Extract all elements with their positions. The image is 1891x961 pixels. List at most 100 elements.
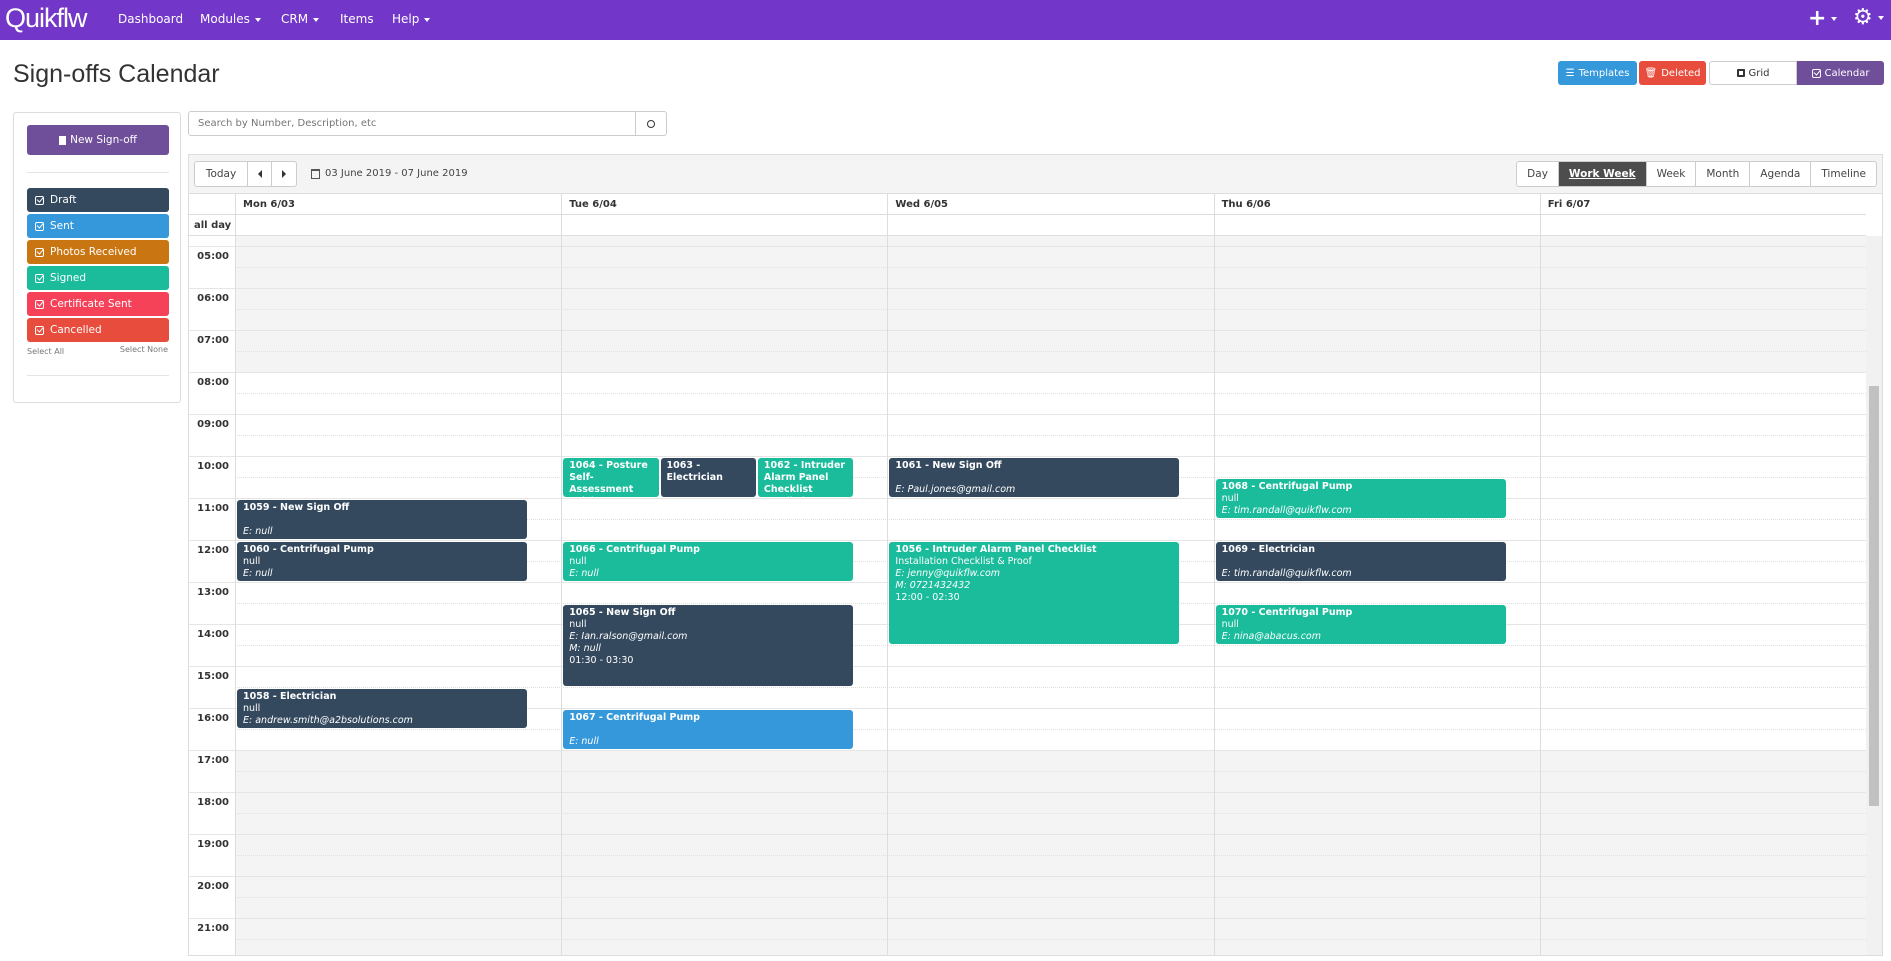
grid-view-button[interactable]: Grid — [1709, 61, 1797, 85]
half-hour-line — [235, 729, 1866, 730]
all-day-label: all day — [189, 215, 235, 236]
calendar-view-button[interactable]: Calendar — [1797, 61, 1884, 85]
all-day-cell[interactable] — [1539, 215, 1866, 236]
hour-line — [189, 540, 1866, 541]
time-label: 09:00 — [197, 419, 229, 430]
nav-help[interactable]: Help — [392, 12, 431, 26]
event-1070[interactable]: 1070 - Centrifugal Pump null E: nina@abacu… — [1215, 605, 1506, 644]
nav-dashboard[interactable]: Dashboard — [118, 12, 183, 26]
event-1056[interactable]: 1056 - Intruder Alarm Panel Checklist Ins… — [889, 542, 1180, 644]
new-signoff-button[interactable]: New Sign-off — [27, 125, 169, 155]
event-1062[interactable]: 1062 - Intruder Alarm Panel ChecklistIns… — [757, 458, 854, 497]
time-label: 13:00 — [197, 587, 229, 598]
caret-down-icon — [254, 17, 261, 22]
time-label: 12:00 — [197, 545, 229, 556]
time-label: 14:00 — [197, 629, 229, 640]
time-label: 07:00 — [197, 335, 229, 346]
status-filter-sent[interactable]: Sent — [27, 214, 169, 238]
select-none-link[interactable]: Select None — [120, 345, 168, 354]
half-hour-line — [235, 435, 1866, 436]
event-1060[interactable]: 1060 - Centrifugal Pump null E: null — [237, 542, 527, 581]
half-hour-line — [235, 771, 1866, 772]
select-all-link[interactable]: Select All — [27, 347, 64, 356]
view-work-week[interactable]: Work Week — [1558, 162, 1647, 186]
add-menu-button[interactable]: + — [1808, 8, 1838, 30]
half-hour-line — [235, 855, 1866, 856]
gear-icon: ⚙ — [1853, 5, 1873, 30]
prev-button[interactable] — [248, 162, 272, 186]
deleted-button[interactable]: 🗑 Deleted — [1639, 61, 1706, 85]
event-1061[interactable]: 1061 - New Sign Off E: Paul.jones@gmail.c… — [889, 458, 1180, 497]
caret-down-icon — [313, 17, 320, 22]
time-label: 19:00 — [197, 839, 229, 850]
check-square-icon — [35, 195, 44, 205]
event-1067[interactable]: 1067 - Centrifugal Pump E: null — [563, 710, 854, 749]
view-agenda[interactable]: Agenda — [1750, 162, 1812, 186]
event-1064[interactable]: 1064 - Posture Self-AssessmentHelping yo… — [563, 458, 659, 497]
event-1063[interactable]: 1063 - ElectricianE: — [660, 458, 756, 497]
view-timeline[interactable]: Timeline — [1811, 162, 1876, 186]
nav-crm[interactable]: CRM — [281, 12, 320, 26]
time-label: 05:00 — [197, 251, 229, 262]
day-header: Thu 6/06 — [1213, 194, 1540, 215]
event-1068[interactable]: 1068 - Centrifugal Pump null E: tim.randal… — [1215, 479, 1506, 518]
nav-button-group: Today — [194, 161, 297, 187]
hour-line — [189, 498, 1866, 499]
hour-line — [189, 456, 1866, 457]
event-1065[interactable]: 1065 - New Sign Off null E: Ian.ralson@gma… — [563, 605, 854, 686]
hour-line — [189, 288, 1866, 289]
date-range[interactable]: 03 June 2019 - 07 June 2019 — [311, 168, 468, 179]
time-label: 06:00 — [197, 293, 229, 304]
hour-line — [189, 414, 1866, 415]
search-input[interactable] — [189, 112, 635, 135]
nav-items[interactable]: Items — [340, 12, 374, 26]
calendar: Today 03 June 2019 - 07 June 2019 Day Wor… — [188, 154, 1883, 956]
day-column-divider — [561, 236, 563, 955]
view-month[interactable]: Month — [1696, 162, 1751, 186]
time-label: 15:00 — [197, 671, 229, 682]
scrollbar-thumb[interactable] — [1869, 386, 1879, 806]
half-hour-line — [235, 267, 1866, 268]
file-icon — [59, 135, 67, 145]
status-filter-photos-received[interactable]: Photos Received — [27, 240, 169, 264]
time-label: 08:00 — [197, 377, 229, 388]
hour-line — [189, 834, 1866, 835]
view-week[interactable]: Week — [1647, 162, 1697, 186]
check-square-icon — [35, 299, 44, 309]
status-filter-signed[interactable]: Signed — [27, 266, 169, 290]
templates-button[interactable]: ☰ Templates — [1558, 61, 1637, 85]
time-label: 17:00 — [197, 755, 229, 766]
half-hour-line — [235, 897, 1866, 898]
day-header: Mon 6/03 — [235, 194, 562, 215]
hour-line — [189, 372, 1866, 373]
hour-line — [189, 246, 1866, 247]
search-icon — [647, 119, 655, 128]
non-work-hours — [235, 750, 1866, 955]
all-day-cell[interactable] — [1213, 215, 1540, 236]
day-column-divider — [887, 236, 889, 955]
time-grid: 05:00 06:00 07:00 08:00 09:00 10:00 11:00 12:00… — [189, 236, 1866, 955]
status-filter-cancelled[interactable]: Cancelled — [27, 318, 169, 342]
event-1069[interactable]: 1069 - Electrician E: tim.randall@quikflw… — [1215, 542, 1506, 581]
all-day-cell[interactable] — [561, 215, 888, 236]
week-grid: all day Mon 6/03 Tue 6/04 Wed 6/05 Thu 6/06 F… — [189, 193, 1882, 955]
search-button[interactable] — [635, 112, 666, 135]
scrollbar[interactable] — [1866, 236, 1882, 955]
logo[interactable]: Quikflw — [5, 3, 88, 34]
all-day-cell[interactable] — [887, 215, 1214, 236]
settings-menu-button[interactable]: ⚙ — [1853, 7, 1884, 29]
top-navbar: Quikflw Dashboard Modules CRM Items Help + ⚙ — [0, 0, 1891, 40]
nav-modules[interactable]: Modules — [200, 12, 261, 26]
view-day[interactable]: Day — [1517, 162, 1559, 186]
all-day-cell[interactable] — [235, 215, 562, 236]
half-hour-line — [235, 309, 1866, 310]
event-1066[interactable]: 1066 - Centrifugal Pump null E: null — [563, 542, 854, 581]
status-filter-certificate-sent[interactable]: Certificate Sent — [27, 292, 169, 316]
event-1058[interactable]: 1058 - Electrician null E: andrew.smith@a2… — [237, 689, 527, 728]
hour-line — [189, 876, 1866, 877]
event-1059[interactable]: 1059 - New Sign Off E: null — [237, 500, 527, 539]
today-button[interactable]: Today — [195, 162, 248, 186]
status-filter-draft[interactable]: Draft — [27, 188, 169, 212]
next-button[interactable] — [272, 162, 296, 186]
day-column-divider — [1213, 236, 1215, 955]
